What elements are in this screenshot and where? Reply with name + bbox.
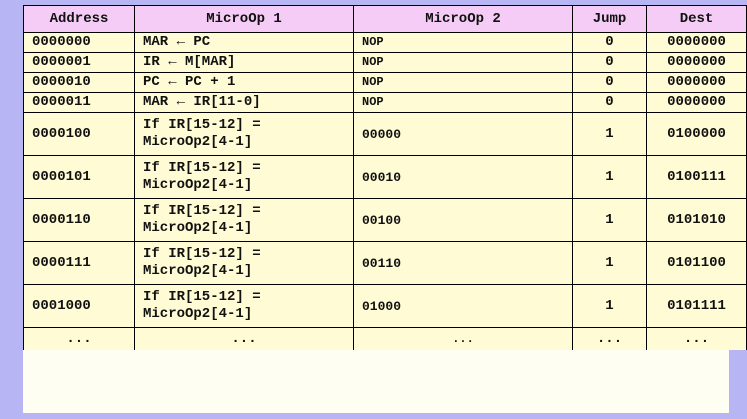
cell-microop1: If IR[15-12] = MicroOp2[4-1] bbox=[134, 198, 354, 242]
cell-microop2: NOP bbox=[353, 32, 573, 53]
cell-address: ... bbox=[23, 327, 135, 350]
cell-jump: 1 bbox=[572, 155, 647, 199]
cell-microop2: NOP bbox=[353, 92, 573, 113]
cell-microop2: 00000 bbox=[353, 112, 573, 156]
cell-microop2: NOP bbox=[353, 72, 573, 93]
cell-address: 0000000 bbox=[23, 32, 135, 53]
microprogram-table-container: Address MicroOp 1 MicroOp 2 Jump Dest 00… bbox=[23, 5, 747, 413]
cell-dest: 0000000 bbox=[646, 72, 747, 93]
table-row: 0000100 If IR[15-12] = MicroOp2[4-1] 000… bbox=[23, 112, 747, 156]
microprogram-table: Address MicroOp 1 MicroOp 2 Jump Dest 00… bbox=[23, 5, 747, 350]
cell-microop1: MAR ← IR[11-0] bbox=[134, 92, 354, 113]
cell-dest: 0101100 bbox=[646, 241, 747, 285]
table-row-ellipsis: ... ... ... ... ... bbox=[23, 327, 747, 350]
cell-jump: 0 bbox=[572, 92, 647, 113]
cell-dest: 0100111 bbox=[646, 155, 747, 199]
cell-dest: 0000000 bbox=[646, 32, 747, 53]
cell-microop1: If IR[15-12] = MicroOp2[4-1] bbox=[134, 284, 354, 328]
table-row: 0001000 If IR[15-12] = MicroOp2[4-1] 010… bbox=[23, 284, 747, 328]
header-jump: Jump bbox=[572, 5, 647, 33]
cell-microop1: PC ← PC + 1 bbox=[134, 72, 354, 93]
table-row: 0000110 If IR[15-12] = MicroOp2[4-1] 001… bbox=[23, 198, 747, 242]
header-row: Address MicroOp 1 MicroOp 2 Jump Dest bbox=[23, 5, 747, 33]
cell-jump: ... bbox=[572, 327, 647, 350]
cell-microop2: 00010 bbox=[353, 155, 573, 199]
cell-microop2: 00100 bbox=[353, 198, 573, 242]
cell-jump: 1 bbox=[572, 284, 647, 328]
table-row: 0000111 If IR[15-12] = MicroOp2[4-1] 001… bbox=[23, 241, 747, 285]
cell-jump: 0 bbox=[572, 72, 647, 93]
cell-microop2: 00110 bbox=[353, 241, 573, 285]
cell-dest: 0000000 bbox=[646, 92, 747, 113]
cell-dest: 0100000 bbox=[646, 112, 747, 156]
cell-address: 0001000 bbox=[23, 284, 135, 328]
cell-microop1: If IR[15-12] = MicroOp2[4-1] bbox=[134, 241, 354, 285]
table-row: 0000101 If IR[15-12] = MicroOp2[4-1] 000… bbox=[23, 155, 747, 199]
cell-address: 0000001 bbox=[23, 52, 135, 73]
cell-microop1: IR ← M[MAR] bbox=[134, 52, 354, 73]
cell-microop2: ... bbox=[353, 327, 573, 350]
cell-jump: 0 bbox=[572, 32, 647, 53]
cell-address: 0000011 bbox=[23, 92, 135, 113]
cell-address: 0000111 bbox=[23, 241, 135, 285]
header-microop1: MicroOp 1 bbox=[134, 5, 354, 33]
cell-address: 0000010 bbox=[23, 72, 135, 93]
table-row: 0000000 MAR ← PC NOP 0 0000000 bbox=[23, 32, 747, 53]
cell-jump: 1 bbox=[572, 198, 647, 242]
cell-dest: 0000000 bbox=[646, 52, 747, 73]
cell-microop1: ... bbox=[134, 327, 354, 350]
table-row: 0000001 IR ← M[MAR] NOP 0 0000000 bbox=[23, 52, 747, 73]
cell-address: 0000100 bbox=[23, 112, 135, 156]
header-microop2: MicroOp 2 bbox=[353, 5, 573, 33]
cell-microop1: MAR ← PC bbox=[134, 32, 354, 53]
cell-address: 0000110 bbox=[23, 198, 135, 242]
header-dest: Dest bbox=[646, 5, 747, 33]
cell-dest: 0101010 bbox=[646, 198, 747, 242]
cell-microop1: If IR[15-12] = MicroOp2[4-1] bbox=[134, 155, 354, 199]
cell-microop2: NOP bbox=[353, 52, 573, 73]
cell-jump: 1 bbox=[572, 112, 647, 156]
cell-microop1: If IR[15-12] = MicroOp2[4-1] bbox=[134, 112, 354, 156]
header-address: Address bbox=[23, 5, 135, 33]
table-row: 0000010 PC ← PC + 1 NOP 0 0000000 bbox=[23, 72, 747, 93]
cell-dest: 0101111 bbox=[646, 284, 747, 328]
cell-jump: 1 bbox=[572, 241, 647, 285]
cell-jump: 0 bbox=[572, 52, 647, 73]
cell-microop2: 01000 bbox=[353, 284, 573, 328]
table-row: 0000011 MAR ← IR[11-0] NOP 0 0000000 bbox=[23, 92, 747, 113]
cell-address: 0000101 bbox=[23, 155, 135, 199]
cell-dest: ... bbox=[646, 327, 747, 350]
